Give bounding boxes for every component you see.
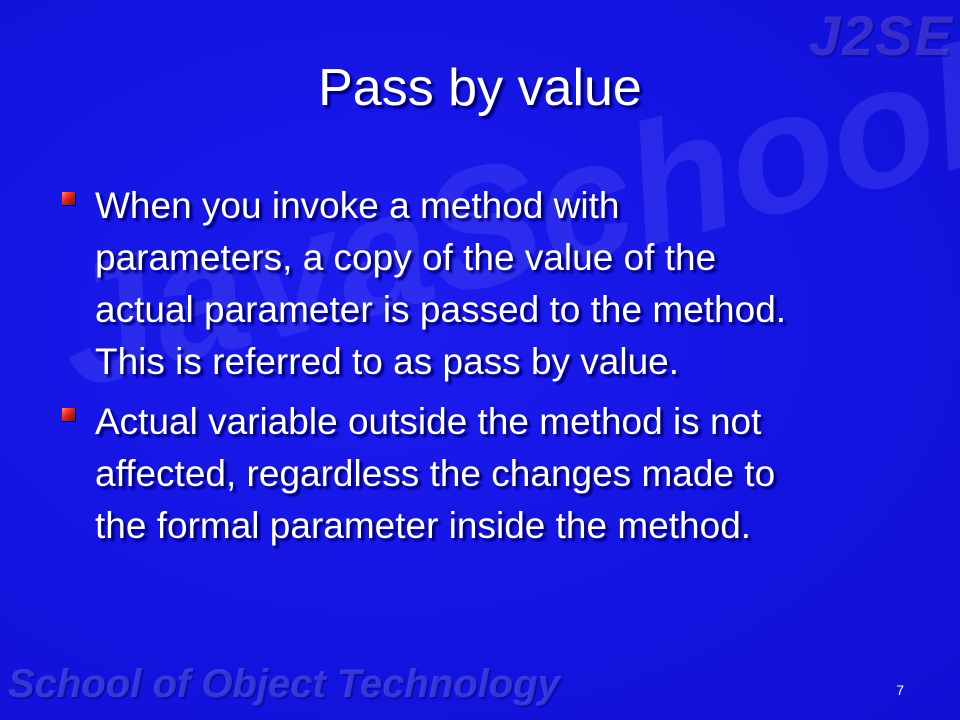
page-number: 7 — [896, 682, 904, 698]
red-square-bullet-icon — [62, 192, 75, 205]
school-watermark: School of Object Technology — [8, 662, 560, 706]
slide-title: Pass by value — [318, 59, 642, 117]
j2se-watermark: J2SE — [809, 4, 954, 67]
bullet-list: When you invoke a method with parameters… — [62, 180, 922, 560]
slide: JavaSchool J2SE School of Object Technol… — [0, 0, 960, 720]
red-square-bullet-icon — [62, 408, 75, 421]
bullet-item: Actual variable outside the method is no… — [62, 396, 922, 552]
bullet-item: When you invoke a method with parameters… — [62, 180, 922, 388]
bullet-text: Actual variable outside the method is no… — [95, 401, 776, 546]
bullet-text: When you invoke a method with parameters… — [95, 185, 787, 382]
